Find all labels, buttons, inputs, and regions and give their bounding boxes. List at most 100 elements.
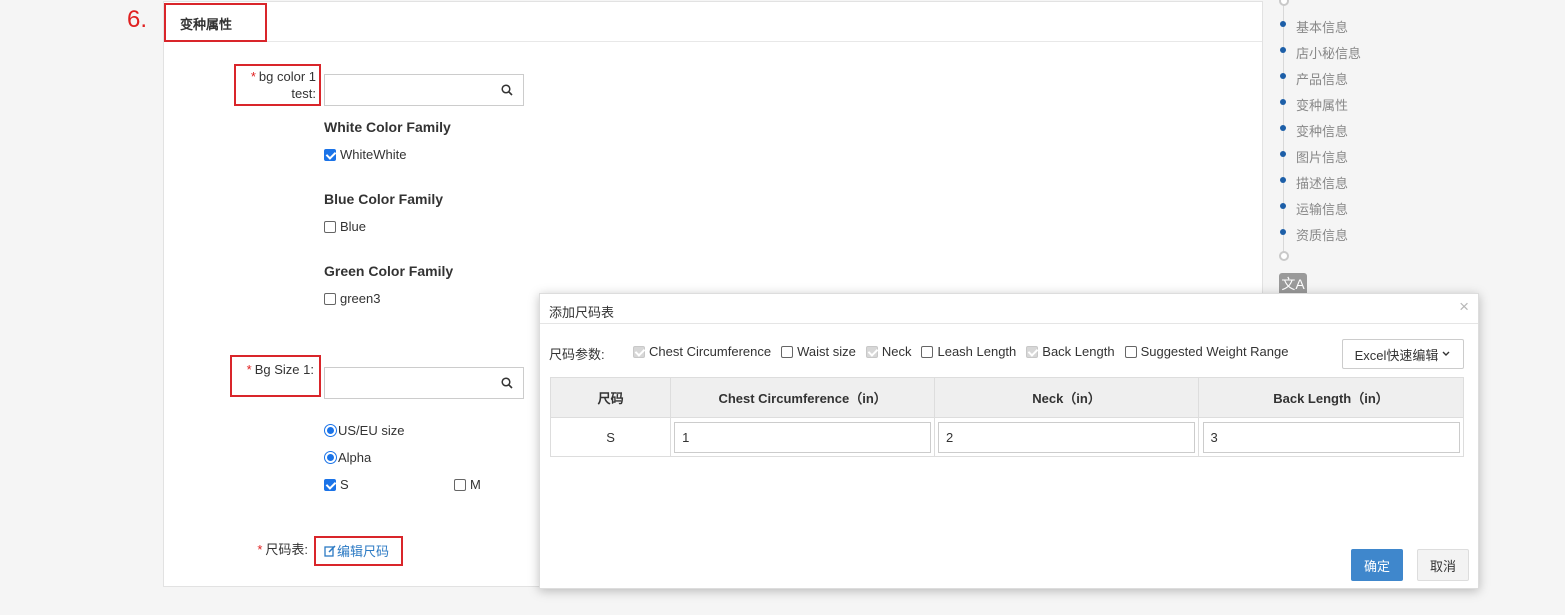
- option-label: M: [470, 477, 481, 492]
- radio-alpha[interactable]: Alpha: [324, 450, 371, 465]
- nav-dot: [1280, 21, 1286, 27]
- size-chart-label-text: 尺码表:: [265, 542, 308, 557]
- checkbox-checked[interactable]: [324, 478, 336, 491]
- size-param-option: Back Length: [1026, 344, 1115, 359]
- checkbox-disabled-checked: [633, 345, 645, 358]
- value-cell: 2: [934, 417, 1200, 457]
- option-label: Blue: [340, 219, 367, 234]
- size-params-label: 尺码参数:: [549, 347, 605, 362]
- size-params-list: Chest Circumference Waist size Neck Leash L…: [633, 344, 1288, 359]
- checkbox-checked[interactable]: [324, 148, 336, 161]
- nav-item[interactable]: 产品信息: [1296, 69, 1348, 88]
- nav-dot: [1280, 203, 1286, 209]
- value-cell: 1: [670, 417, 936, 457]
- nav-dot: [1280, 73, 1286, 79]
- nav-dot: [1280, 151, 1286, 157]
- annotation-box-title: [164, 3, 267, 42]
- column-header: Chest Circumference（in）: [670, 377, 936, 418]
- nav-item[interactable]: 资质信息: [1296, 225, 1348, 244]
- checkbox-disabled-checked: [1026, 345, 1039, 358]
- param-label: Waist size: [797, 344, 856, 359]
- color-option-whitewhite[interactable]: WhiteWhite: [324, 147, 406, 162]
- size-option-s[interactable]: S: [324, 477, 349, 492]
- checkbox[interactable]: [324, 220, 336, 233]
- checkbox[interactable]: [1124, 345, 1137, 358]
- excel-quick-edit-button[interactable]: Excel快速编辑: [1342, 339, 1464, 369]
- nav-item[interactable]: 店小秘信息: [1296, 43, 1361, 62]
- close-icon[interactable]: ×: [1459, 297, 1469, 317]
- size-param-option[interactable]: Leash Length: [921, 344, 1016, 359]
- color-option-blue[interactable]: Blue: [324, 219, 366, 234]
- search-icon: [501, 377, 513, 389]
- radio-label: Alpha: [338, 450, 372, 465]
- nav-dot: [1280, 229, 1286, 235]
- radio-selected[interactable]: [324, 451, 337, 464]
- column-header: Neck（in）: [934, 377, 1200, 418]
- color-search-input[interactable]: [324, 74, 524, 106]
- size-chart-table: 尺码 Chest Circumference（in） Neck（in） Back…: [549, 377, 1464, 457]
- checkbox[interactable]: [781, 345, 794, 358]
- confirm-button[interactable]: 确定: [1351, 549, 1403, 581]
- nav-item[interactable]: 变种属性: [1296, 95, 1348, 114]
- radio-label: US/EU size: [338, 423, 405, 438]
- table-row: S 1 2 3: [549, 417, 1464, 457]
- size-param-option[interactable]: Suggested Weight Range: [1124, 344, 1289, 359]
- param-label: Neck: [881, 344, 912, 359]
- size-chart-label: * 尺码表:: [240, 541, 308, 558]
- modal-header: 添加尺码表 ×: [540, 294, 1478, 324]
- param-label: Suggested Weight Range: [1140, 344, 1289, 359]
- table-header-row: 尺码 Chest Circumference（in） Neck（in） Back…: [549, 377, 1464, 418]
- nav-dot: [1280, 47, 1286, 53]
- nav-item[interactable]: 描述信息: [1296, 173, 1348, 192]
- search-icon: [501, 84, 513, 96]
- size-param-option[interactable]: Waist size: [781, 344, 856, 359]
- annotation-box-color-label: [234, 64, 321, 106]
- param-label: Chest Circumference: [649, 344, 772, 359]
- back-length-value-input[interactable]: 3: [1202, 421, 1460, 453]
- annotation-box-edit-link: [314, 536, 403, 566]
- checkbox[interactable]: [454, 478, 466, 491]
- size-option-m[interactable]: M: [454, 477, 481, 492]
- color-group-title-blue: Blue Color Family: [324, 191, 444, 207]
- column-header: Back Length（in）: [1198, 377, 1464, 418]
- checkbox[interactable]: [324, 292, 336, 305]
- param-label: Back Length: [1042, 344, 1115, 359]
- annotation-box-size-label: [230, 355, 321, 397]
- annotation-step-number: 6.: [127, 6, 148, 33]
- neck-value-input[interactable]: 2: [938, 421, 1196, 453]
- nav-dot: [1280, 125, 1286, 131]
- nav-item[interactable]: 图片信息: [1296, 147, 1348, 166]
- nav-item[interactable]: 变种信息: [1296, 121, 1348, 140]
- size-search-input[interactable]: [324, 367, 524, 399]
- size-cell: S: [549, 417, 672, 457]
- column-header: 尺码: [549, 377, 672, 418]
- size-param-option: Chest Circumference: [633, 344, 771, 359]
- cancel-button[interactable]: 取消: [1417, 549, 1469, 581]
- modal-title: 添加尺码表: [549, 305, 615, 320]
- option-label: WhiteWhite: [340, 147, 407, 162]
- option-label: green3: [340, 291, 381, 306]
- excel-button-label: Excel快速编辑: [1354, 347, 1439, 363]
- nav-top-ring: [1279, 0, 1289, 6]
- value-cell: 3: [1198, 417, 1464, 457]
- checkbox[interactable]: [921, 345, 934, 358]
- color-group-title-white: White Color Family: [324, 119, 451, 135]
- size-param-option: Neck: [865, 344, 912, 359]
- chest-value-input[interactable]: 1: [674, 421, 932, 453]
- radio-selected[interactable]: [324, 424, 337, 437]
- checkbox-disabled-checked: [865, 345, 878, 358]
- nav-item[interactable]: 运输信息: [1296, 199, 1348, 218]
- option-label: S: [340, 477, 349, 492]
- required-mark: *: [257, 542, 263, 557]
- radio-us-eu-size[interactable]: US/EU size: [324, 423, 404, 438]
- nav-dot: [1280, 99, 1286, 105]
- color-group-title-green: Green Color Family: [324, 263, 454, 279]
- size-chart-modal: 添加尺码表 × 尺码参数: Chest Circumference Waist s…: [539, 293, 1479, 589]
- chevron-down-icon: [1442, 351, 1450, 356]
- nav-bottom-ring: [1279, 251, 1289, 261]
- color-option-green3[interactable]: green3: [324, 291, 380, 306]
- panel-header: 变种属性: [164, 2, 1262, 42]
- nav-dot: [1280, 177, 1286, 183]
- param-label: Leash Length: [937, 344, 1017, 359]
- nav-item[interactable]: 基本信息: [1296, 17, 1348, 36]
